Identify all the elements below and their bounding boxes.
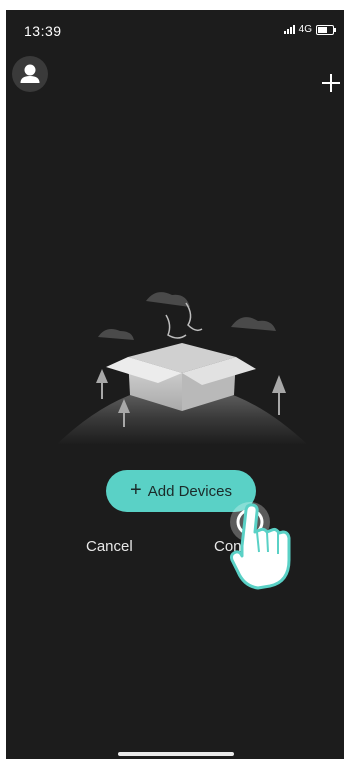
add-button-header[interactable] bbox=[320, 72, 342, 94]
signal-icon bbox=[283, 25, 295, 34]
person-icon bbox=[20, 64, 40, 83]
avatar[interactable] bbox=[12, 56, 48, 92]
open-box-icon bbox=[56, 292, 308, 445]
cancel-button[interactable]: Cancel bbox=[86, 538, 133, 555]
pointing-hand-icon bbox=[230, 502, 291, 590]
phone-screen: 13:39 4G + Add Devices Cancel bbox=[6, 10, 344, 759]
plus-icon-small: + bbox=[130, 479, 142, 501]
home-indicator[interactable] bbox=[118, 752, 234, 756]
status-bar: 13:39 4G bbox=[6, 10, 344, 54]
plus-icon bbox=[322, 74, 340, 92]
battery-icon bbox=[316, 24, 336, 35]
network-label: 4G bbox=[298, 24, 312, 35]
add-devices-label: Add Devices bbox=[147, 482, 232, 500]
status-time: 13:39 bbox=[24, 23, 62, 39]
status-indicators: 4G bbox=[283, 24, 336, 35]
